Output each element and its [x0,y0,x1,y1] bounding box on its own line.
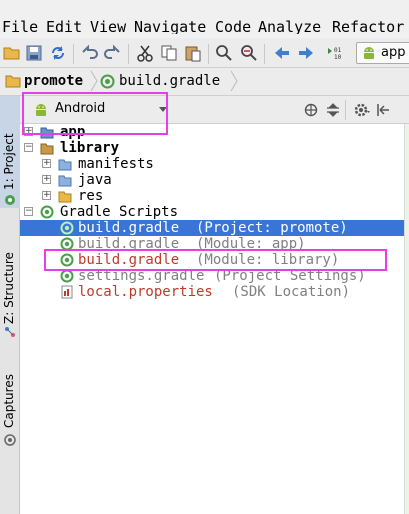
structure-icon [5,327,15,337]
menu-navigate[interactable]: Navigate [134,18,206,34]
menu-analyze[interactable]: Analyze [258,18,321,34]
gradle-icon [60,269,74,283]
resource-folder-icon [58,191,72,203]
tree-item-label: res [78,188,104,204]
menu-edit[interactable]: Edit [46,18,82,34]
header-separator [345,100,346,120]
tab-captures-label: Captures [2,374,16,428]
main-toolbar: 01 10 app [0,38,409,68]
undo-icon[interactable] [80,44,98,62]
tree-item-build-gradle-project[interactable]: build.gradle (Project: promote) [20,220,404,236]
copy-icon[interactable] [160,44,178,62]
highlight-view-mode [22,92,168,135]
module-folder-icon [40,143,54,155]
menu-file[interactable]: File [2,18,38,34]
tree-item-res[interactable]: + res [20,188,404,204]
properties-file-icon [61,285,73,299]
breadcrumb-project[interactable]: promote [24,73,83,89]
toolbar-separator [73,44,74,64]
breadcrumb-separator-icon [230,70,238,92]
menu-code[interactable]: Code [215,18,251,34]
replace-icon[interactable] [240,44,258,62]
tab-structure[interactable]: Z: Structure [0,224,20,337]
hide-panel-icon[interactable] [376,103,390,117]
highlight-library-build-gradle [44,249,387,271]
back-icon[interactable] [273,44,291,62]
redo-icon[interactable] [104,44,122,62]
menu-refactor[interactable]: Refactor [332,18,404,34]
tree-item-label: java [78,172,112,188]
paste-icon[interactable] [184,44,202,62]
sync-icon[interactable] [49,44,67,62]
menu-view[interactable]: View [90,18,126,34]
tab-structure-label: Z: Structure [2,252,16,324]
expand-toggle[interactable]: + [42,159,51,168]
forward-icon[interactable] [297,44,315,62]
folder-open-icon[interactable] [3,44,21,62]
tree-item-gradle-scripts[interactable]: − Gradle Scripts [20,204,404,220]
run-configuration-label: app [381,45,406,60]
right-gutter [404,124,409,514]
android-project-icon [5,195,15,205]
tree-item-label: Gradle Scripts [60,204,179,220]
cut-icon[interactable] [136,44,154,62]
collapse-toggle[interactable]: − [24,207,33,216]
tree-item-local-properties[interactable]: local.properties (SDK Location) [20,284,404,300]
gradle-icon [40,205,54,219]
android-icon [364,47,374,59]
tree-item-manifests[interactable]: + manifests [20,156,404,172]
tab-project[interactable]: 1: Project [0,96,20,208]
project-tree: + app − library + manifests + java + res… [20,124,404,514]
run-configuration-selector[interactable]: app [356,42,409,64]
tree-item-label: library [60,140,120,156]
svg-text:10: 10 [334,54,342,61]
svg-text:01: 01 [334,47,342,54]
tree-item-java[interactable]: + java [20,172,404,188]
tree-item-label: local.properties [78,284,213,300]
make-project-icon[interactable]: 01 10 [326,44,344,62]
save-icon[interactable] [25,44,43,62]
expand-toggle[interactable]: + [42,175,51,184]
toolbar-separator [264,44,265,64]
gear-icon[interactable] [354,102,370,118]
tree-item-note: (SDK Location) [232,284,351,300]
find-icon[interactable] [215,44,233,62]
toolbar-separator [128,44,129,64]
collapse-toggle[interactable]: − [24,143,33,152]
left-tool-strip: 1: Project Z: Structure Captures [0,96,20,514]
tree-item-note: (Project: promote) [196,220,348,236]
breadcrumb-separator-icon [90,70,98,92]
tree-item-label: build.gradle [78,220,180,236]
gradle-icon [60,221,74,235]
toolbar-separator [208,44,209,64]
project-folder-icon [5,75,21,88]
scroll-from-source-icon[interactable] [304,103,318,117]
expand-toggle[interactable]: + [42,191,51,200]
source-folder-icon [58,175,72,187]
folder-icon [58,159,72,171]
captures-icon [4,434,16,446]
gradle-icon [100,74,115,89]
tab-captures[interactable]: Captures [0,364,20,452]
tree-item-library[interactable]: − library [20,140,404,156]
collapse-all-icon[interactable] [326,103,340,117]
tree-item-label: manifests [78,156,154,172]
breadcrumb-file[interactable]: build.gradle [119,73,220,89]
menu-bar: File Edit View Navigate Code Analyze Ref… [0,0,409,34]
tab-project-label: 1: Project [2,133,16,190]
